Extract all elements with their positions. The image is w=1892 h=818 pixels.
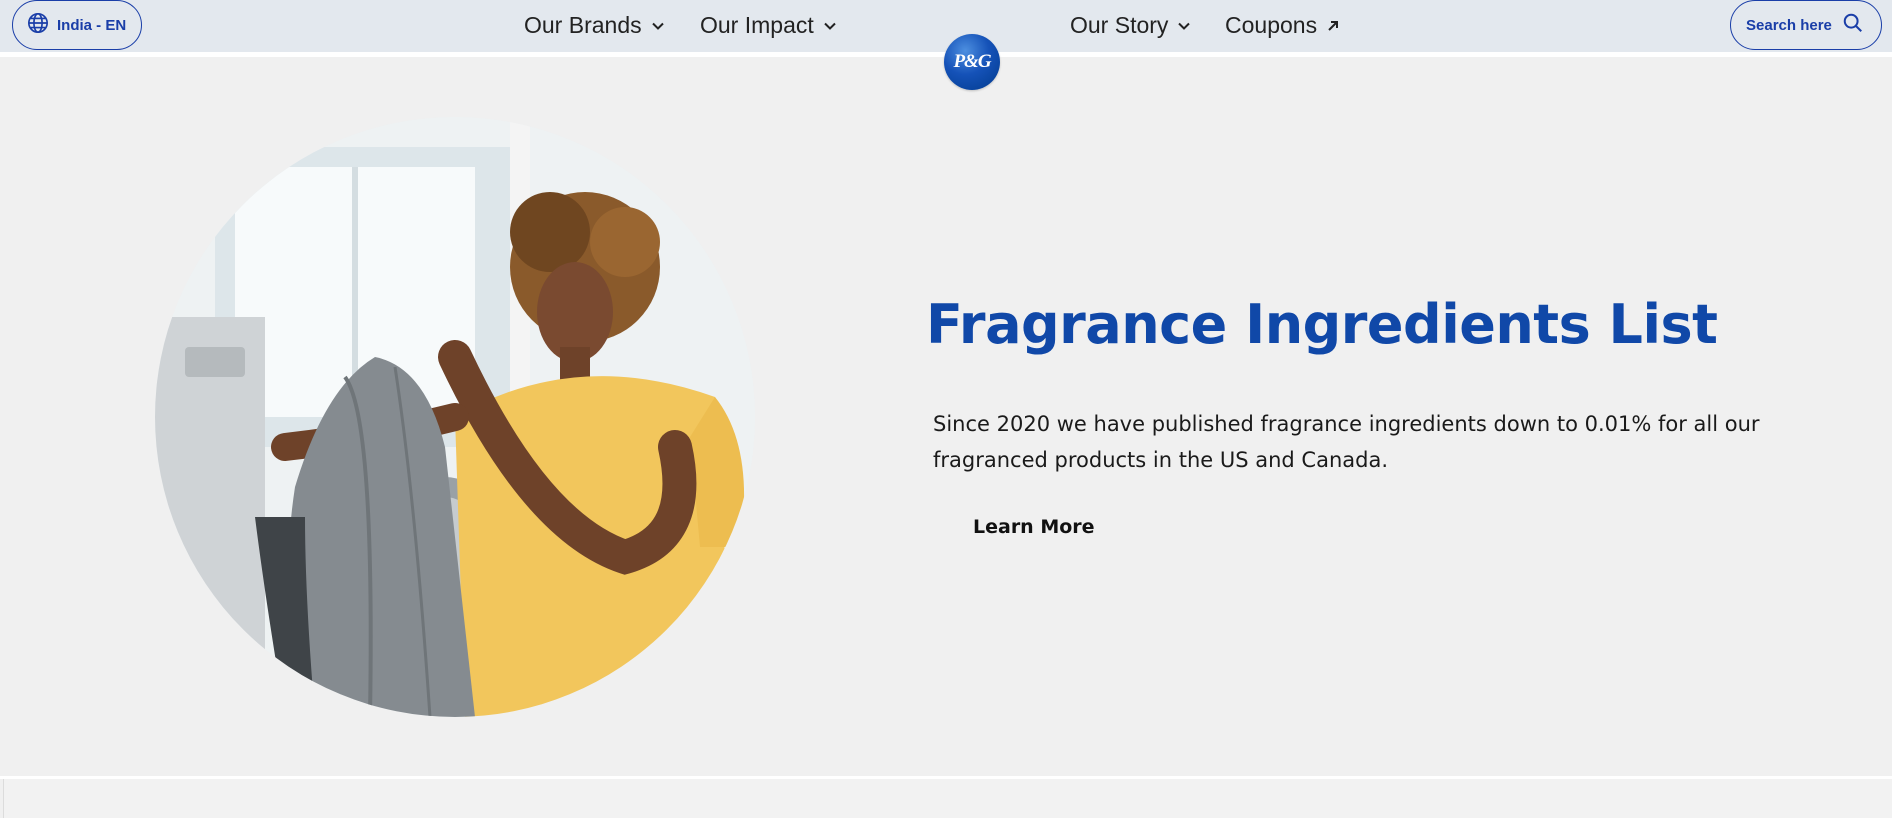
nav-coupons[interactable]: Coupons (1225, 10, 1340, 40)
hero-image (155, 117, 755, 717)
language-selector[interactable]: India - EN (12, 0, 142, 50)
chevron-down-icon (823, 12, 837, 39)
nav-label: Our Impact (700, 11, 814, 38)
globe-icon (27, 12, 49, 38)
nav-label: Our Story (1070, 11, 1169, 38)
nav-our-impact[interactable]: Our Impact (700, 10, 837, 40)
search-icon (1842, 12, 1864, 38)
site-header (0, 0, 1892, 52)
search-button[interactable]: Search here (1730, 0, 1882, 50)
next-section (3, 779, 1892, 818)
pg-logo[interactable]: P&G (944, 34, 1000, 90)
page-title: Fragrance Ingredients List (926, 293, 1718, 356)
language-label: India - EN (57, 16, 127, 34)
hero-description: Since 2020 we have published fragrance i… (933, 412, 1760, 472)
nav-our-story[interactable]: Our Story (1070, 10, 1191, 40)
search-label: Search here (1746, 16, 1832, 34)
nav-label: Our Brands (524, 11, 642, 38)
chevron-down-icon (1177, 12, 1191, 39)
nav-our-brands[interactable]: Our Brands (524, 10, 665, 40)
nav-label: Coupons (1225, 11, 1318, 38)
chevron-down-icon (651, 12, 665, 39)
logo-text: P&G (953, 51, 991, 72)
arrow-up-right-icon (1326, 12, 1340, 39)
learn-more-link[interactable]: Learn More (973, 516, 1095, 538)
